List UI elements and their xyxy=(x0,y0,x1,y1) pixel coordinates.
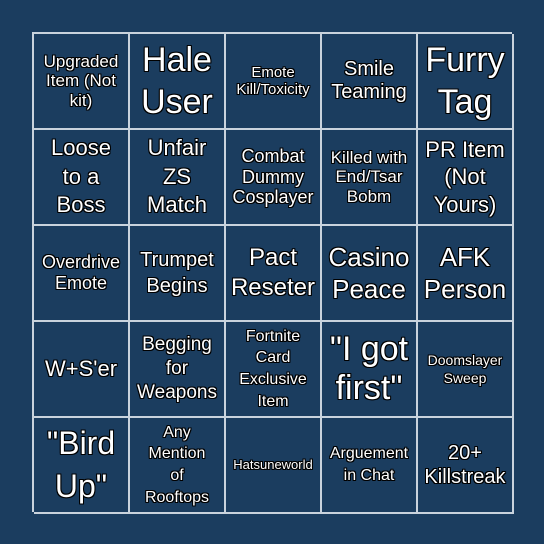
bingo-cell[interactable]: 20+ Killstreak xyxy=(418,418,514,514)
cell-label: Hatsuneworld xyxy=(233,456,313,472)
bingo-cell[interactable]: Emote Kill/Toxicity xyxy=(226,34,322,130)
cell-label: Trumpet Begins xyxy=(140,249,214,297)
cell-label: "I got first" xyxy=(329,329,409,407)
bingo-cell[interactable]: Killed with End/Tsar Bobm xyxy=(322,130,418,226)
cell-label: W+S'er xyxy=(44,356,118,382)
bingo-cell[interactable]: Overdrive Emote xyxy=(34,226,130,322)
bingo-cell[interactable]: PR Item (Not Yours) xyxy=(418,130,514,226)
bingo-card: Upgraded Item (Not kit) Hale User Emote … xyxy=(32,32,514,514)
cell-label: "Bird Up" xyxy=(46,424,116,504)
bingo-cell[interactable]: Furry Tag xyxy=(418,34,514,130)
cell-label: Arguement in Chat xyxy=(329,445,409,484)
cell-label: Fortnite Card Exclusive Item xyxy=(239,327,307,410)
bingo-cell[interactable]: Casino Peace xyxy=(322,226,418,322)
bingo-cell[interactable]: Combat Dummy Cosplayer xyxy=(226,130,322,226)
bingo-cell[interactable]: AFK Person xyxy=(418,226,514,322)
bingo-cell[interactable]: Doomslayer Sweep xyxy=(418,322,514,418)
bingo-cell[interactable]: Loose to a Boss xyxy=(34,130,130,226)
cell-label: Unfair ZS Match xyxy=(147,135,207,218)
bingo-cell[interactable]: Any Mention of Rooftops xyxy=(130,418,226,514)
bingo-cell[interactable]: Hale User xyxy=(130,34,226,130)
cell-label: Furry Tag xyxy=(425,40,505,122)
bingo-cell[interactable]: Trumpet Begins xyxy=(130,226,226,322)
cell-label: Combat Dummy Cosplayer xyxy=(232,145,314,208)
bingo-cell[interactable]: Smile Teaming xyxy=(322,34,418,130)
bingo-cell[interactable]: Begging for Weapons xyxy=(130,322,226,418)
cell-label: 20+ Killstreak xyxy=(424,442,506,488)
cell-label: AFK Person xyxy=(423,241,507,305)
bingo-cell[interactable]: "Bird Up" xyxy=(34,418,130,514)
bingo-cell[interactable]: Arguement in Chat xyxy=(322,418,418,514)
cell-label: Any Mention of Rooftops xyxy=(144,423,210,506)
cell-label: Upgraded Item (Not kit) xyxy=(43,51,119,110)
cell-label: Hale User xyxy=(141,40,213,122)
bingo-cell[interactable]: Upgraded Item (Not kit) xyxy=(34,34,130,130)
bingo-cell[interactable]: Hatsuneworld xyxy=(226,418,322,514)
cell-label: Emote Kill/Toxicity xyxy=(236,63,310,98)
bingo-cell[interactable]: W+S'er xyxy=(34,322,130,418)
cell-label: Pact Reseter xyxy=(230,244,316,301)
bingo-cell[interactable]: Pact Reseter xyxy=(226,226,322,322)
bingo-cell[interactable]: "I got first" xyxy=(322,322,418,418)
cell-label: Loose to a Boss xyxy=(51,135,111,218)
cell-label: Begging for Weapons xyxy=(137,334,217,403)
cell-label: Overdrive Emote xyxy=(41,252,121,293)
cell-label: Smile Teaming xyxy=(331,58,407,103)
cell-label: Killed with End/Tsar Bobm xyxy=(330,147,408,206)
bingo-cell[interactable]: Fortnite Card Exclusive Item xyxy=(226,322,322,418)
cell-label: Casino Peace xyxy=(328,241,410,305)
cell-label: Doomslayer Sweep xyxy=(427,351,503,386)
cell-label: PR Item (Not Yours) xyxy=(425,136,505,217)
bingo-cell[interactable]: Unfair ZS Match xyxy=(130,130,226,226)
